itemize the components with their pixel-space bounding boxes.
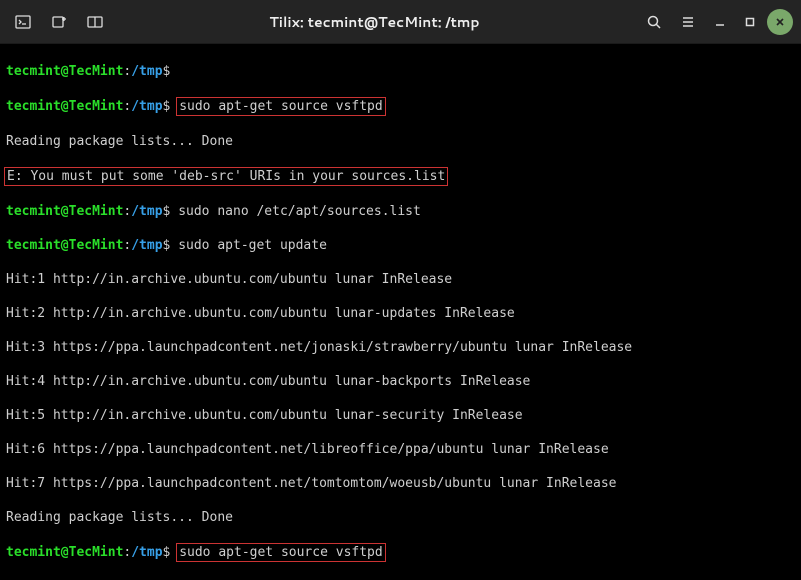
highlighted-error: E: You must put some 'deb-src' URIs in y… — [4, 167, 448, 186]
window-title: Tilix: tecmint@TecMint: /tmp — [114, 12, 635, 32]
highlighted-command: sudo apt-get source vsftpd — [176, 543, 386, 562]
terminal-area[interactable]: tecmint@TecMint:/tmp$ tecmint@TecMint:/t… — [0, 44, 801, 580]
output-line: Hit:1 http://in.archive.ubuntu.com/ubunt… — [6, 271, 795, 288]
output-line: Hit:7 https://ppa.launchpadcontent.net/t… — [6, 475, 795, 492]
new-tab-icon[interactable] — [44, 7, 74, 37]
output-line: Hit:3 https://ppa.launchpadcontent.net/j… — [6, 339, 795, 356]
output-line: Reading package lists... Done — [6, 509, 795, 526]
output-line: Hit:4 http://in.archive.ubuntu.com/ubunt… — [6, 373, 795, 390]
menu-icon[interactable] — [673, 7, 703, 37]
command: sudo apt-get update — [178, 238, 327, 253]
titlebar: Tilix: tecmint@TecMint: /tmp — [0, 0, 801, 44]
prompt-path: /tmp — [131, 64, 162, 79]
prompt-user: tecmint@TecMint — [6, 64, 123, 79]
terminal-icon[interactable] — [8, 7, 38, 37]
highlighted-command: sudo apt-get source vsftpd — [176, 97, 386, 116]
command: sudo nano /etc/apt/sources.list — [178, 204, 421, 219]
search-icon[interactable] — [639, 7, 669, 37]
split-icon[interactable] — [80, 7, 110, 37]
output-line: Hit:5 http://in.archive.ubuntu.com/ubunt… — [6, 407, 795, 424]
output-line: Reading package lists... Done — [6, 133, 795, 150]
minimize-icon[interactable] — [707, 9, 733, 35]
toolbar-right — [639, 7, 793, 37]
close-icon[interactable] — [767, 9, 793, 35]
maximize-icon[interactable] — [737, 9, 763, 35]
output-line: Hit:6 https://ppa.launchpadcontent.net/l… — [6, 441, 795, 458]
toolbar-left — [8, 7, 110, 37]
output-line: Hit:2 http://in.archive.ubuntu.com/ubunt… — [6, 305, 795, 322]
